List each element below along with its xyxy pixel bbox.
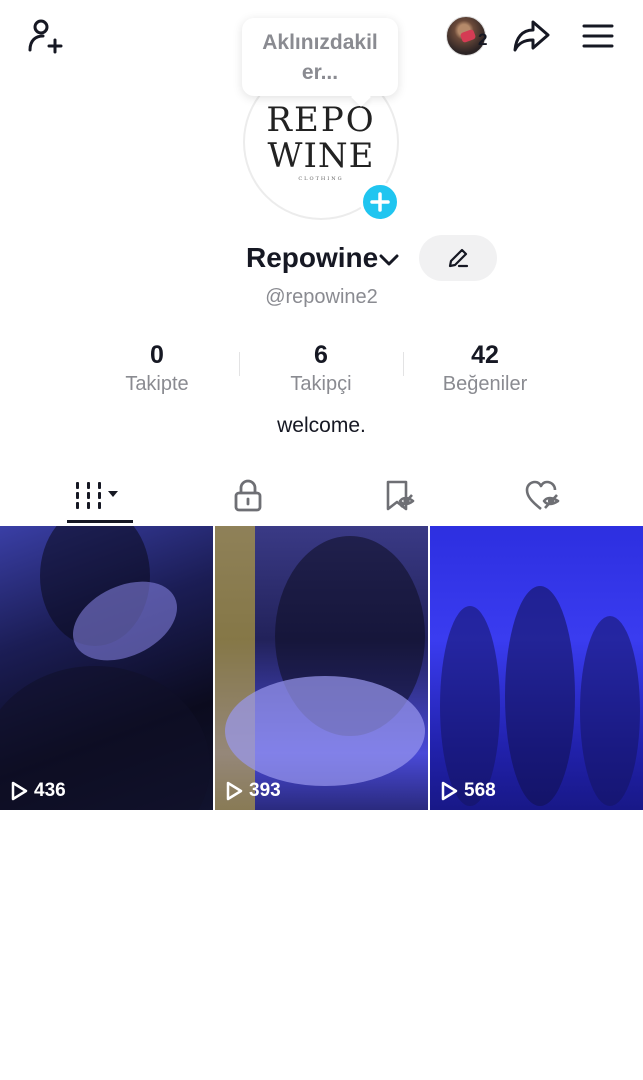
name-row: Repowine [0, 238, 643, 282]
chevron-down-icon[interactable] [378, 250, 400, 270]
hamburger-menu-icon [582, 24, 614, 48]
video-view-count: 436 [10, 780, 66, 802]
add-friend-button[interactable] [22, 14, 68, 58]
video-thumbnail[interactable]: 436 [0, 526, 213, 810]
display-name[interactable]: Repowine [246, 242, 378, 274]
thumbnail-hand [225, 676, 425, 786]
video-view-count: 393 [225, 780, 281, 802]
friends-count-badge: 2 [478, 30, 488, 49]
plus-icon [370, 192, 390, 212]
menu-button[interactable] [575, 14, 621, 58]
likes-stat[interactable]: 42 Beğeniler [405, 340, 565, 398]
active-tab-indicator [67, 520, 133, 523]
thumbnail-figure [505, 586, 575, 806]
bio[interactable]: welcome. [0, 414, 643, 438]
thumbnail-door [215, 526, 255, 810]
following-stat[interactable]: 0 Takipte [77, 340, 237, 398]
content-tabs [0, 468, 643, 524]
play-icon [11, 781, 28, 801]
videos-grid-icon [75, 482, 118, 509]
play-icon [441, 781, 458, 801]
liked-heart-icon [525, 480, 559, 511]
tab-videos[interactable] [16, 468, 177, 524]
profile-stats: 0 Takipte 6 Takipçi 42 Beğeniler [0, 340, 643, 400]
video-thumbnail[interactable]: 568 [430, 526, 643, 810]
thumbnail-figure [580, 616, 640, 806]
pencil-icon [448, 248, 469, 268]
video-view-count: 568 [440, 780, 496, 802]
share-profile-button[interactable] [508, 14, 554, 58]
video-thumbnail[interactable]: 393 [215, 526, 428, 810]
stat-divider [239, 352, 240, 376]
add-photo-button[interactable] [360, 182, 400, 222]
tab-liked[interactable] [462, 468, 623, 524]
add-user-icon [28, 19, 63, 54]
thoughts-tooltip[interactable]: Aklınızdakil er... [242, 18, 398, 96]
video-grid: 436 393 568 [0, 526, 643, 810]
edit-profile-button[interactable] [419, 235, 497, 281]
tab-saved[interactable] [318, 468, 479, 524]
saved-bookmark-icon [386, 480, 414, 511]
lock-icon [234, 479, 261, 512]
play-icon [226, 781, 243, 801]
username: @repowine2 [265, 286, 378, 308]
brand-logo: REPO WINE CLOTHING [266, 100, 376, 182]
tab-private[interactable] [167, 468, 328, 524]
thumbnail-figure [440, 606, 500, 806]
stat-divider [403, 352, 404, 376]
followers-stat[interactable]: 6 Takipçi [241, 340, 401, 398]
share-arrow-icon [513, 20, 550, 52]
